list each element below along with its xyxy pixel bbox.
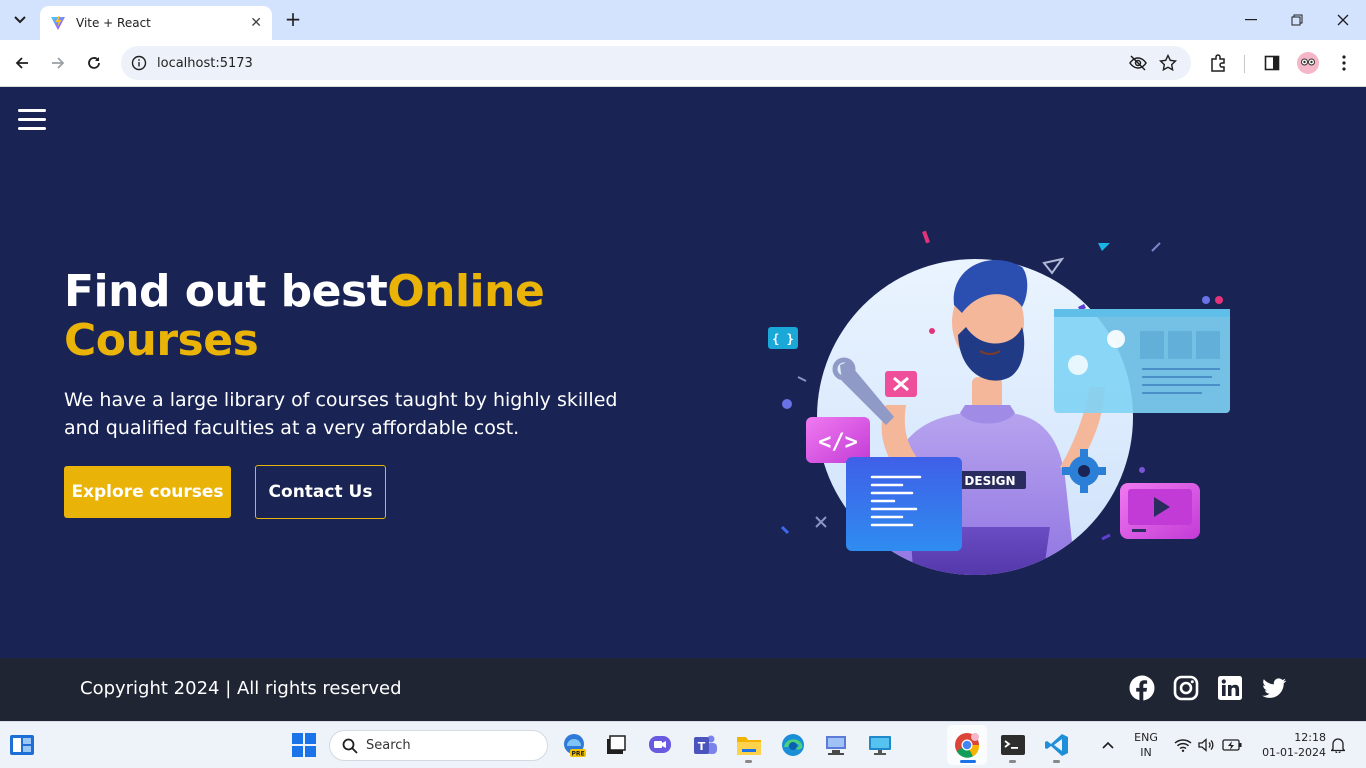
reload-icon[interactable] xyxy=(82,51,106,75)
remote-desktop-icon[interactable] xyxy=(867,732,893,758)
explorer-running-indicator xyxy=(745,760,752,763)
profile-avatar-icon[interactable] xyxy=(1296,51,1320,75)
close-tab-icon[interactable]: ✕ xyxy=(250,15,262,31)
address-bar[interactable]: localhost:5173 xyxy=(121,46,1191,80)
clock[interactable]: 12:18 01-01-2024 xyxy=(1254,730,1326,760)
hero-title-part1: Find out best xyxy=(64,266,388,317)
language-indicator[interactable]: ENG IN xyxy=(1130,730,1162,760)
battery-icon[interactable] xyxy=(1221,732,1243,758)
site-footer: Copyright 2024 | All rights reserved xyxy=(0,658,1366,721)
widgets-icon[interactable] xyxy=(9,732,35,758)
back-icon[interactable] xyxy=(10,51,34,75)
chrome-browser-icon[interactable] xyxy=(954,732,980,758)
browser-tab[interactable]: Vite + React ✕ xyxy=(40,6,272,40)
svg-text:T: T xyxy=(698,740,706,753)
illustration-badge-text: DESIGN xyxy=(964,474,1015,488)
twitter-icon[interactable] xyxy=(1261,675,1287,701)
linkedin-icon[interactable] xyxy=(1217,675,1243,701)
vscode-running-indicator xyxy=(1053,760,1060,763)
vscode-icon[interactable] xyxy=(1044,732,1070,758)
chrome-active-indicator xyxy=(960,760,976,763)
search-label: Search xyxy=(366,738,411,753)
clock-date: 01-01-2024 xyxy=(1262,746,1326,759)
os-taskbar: Search PRE T ENG IN 12:18 01-01-2024 xyxy=(0,721,1366,768)
copyright-text: Copyright 2024 | All rights reserved xyxy=(80,678,402,699)
search-icon xyxy=(342,738,358,754)
instagram-icon[interactable] xyxy=(1173,675,1199,701)
notifications-bell-icon[interactable] xyxy=(1328,732,1348,758)
extensions-icon[interactable] xyxy=(1206,51,1230,75)
terminal-running-indicator xyxy=(1009,760,1016,763)
task-view-icon[interactable] xyxy=(603,732,629,758)
edge-browser-icon[interactable] xyxy=(780,732,806,758)
teams-chat-icon[interactable] xyxy=(647,732,673,758)
side-panel-icon[interactable] xyxy=(1260,51,1284,75)
windows-start-icon[interactable] xyxy=(291,732,317,758)
vite-logo-icon xyxy=(51,16,65,30)
teams-icon[interactable]: T xyxy=(692,732,718,758)
taskbar-search-box[interactable]: Search xyxy=(329,730,548,761)
clock-time: 12:18 xyxy=(1294,731,1326,744)
page-content: Find out bestOnline Courses We have a la… xyxy=(0,87,1366,658)
svg-text:PRE: PRE xyxy=(571,751,584,758)
language-line2: IN xyxy=(1140,746,1152,759)
minimize-icon[interactable] xyxy=(1228,0,1274,40)
new-tab-icon[interactable]: + xyxy=(282,8,304,30)
url-text: localhost:5173 xyxy=(157,55,253,71)
close-window-icon[interactable] xyxy=(1320,0,1366,40)
hero-title: Find out bestOnline Courses xyxy=(64,267,664,365)
svg-text:{ }: { } xyxy=(772,332,794,346)
contact-us-button[interactable]: Contact Us xyxy=(255,465,386,519)
restore-icon[interactable] xyxy=(1274,0,1320,40)
toolbar-divider xyxy=(1244,55,1245,73)
wifi-icon[interactable] xyxy=(1172,732,1194,758)
developer-illustration: { } DESIGN </> xyxy=(768,230,1230,575)
bookmark-star-icon[interactable] xyxy=(1158,53,1178,76)
svg-text:</>: </> xyxy=(818,430,858,455)
network-app-icon[interactable] xyxy=(823,732,849,758)
language-line1: ENG xyxy=(1134,731,1158,744)
browser-tab-strip: Vite + React ✕ + xyxy=(0,0,1366,40)
browser-menu-icon[interactable] xyxy=(1332,51,1356,75)
copilot-preview-icon[interactable]: PRE xyxy=(561,732,587,758)
tab-search-dropdown-icon[interactable] xyxy=(8,8,32,32)
explore-courses-button[interactable]: Explore courses xyxy=(64,466,231,518)
tab-title: Vite + React xyxy=(76,16,151,30)
volume-icon[interactable] xyxy=(1196,732,1218,758)
show-hidden-icons-chevron-icon[interactable] xyxy=(1095,732,1121,758)
browser-toolbar: localhost:5173 xyxy=(0,40,1366,87)
site-info-icon[interactable] xyxy=(131,55,147,75)
hamburger-menu-icon[interactable] xyxy=(18,109,46,131)
terminal-icon[interactable] xyxy=(1000,732,1026,758)
hero-description: We have a large library of courses taugh… xyxy=(64,389,618,439)
facebook-icon[interactable] xyxy=(1129,675,1155,701)
forward-icon[interactable] xyxy=(46,51,70,75)
eye-off-icon[interactable] xyxy=(1129,54,1147,76)
file-explorer-icon[interactable] xyxy=(736,732,762,758)
